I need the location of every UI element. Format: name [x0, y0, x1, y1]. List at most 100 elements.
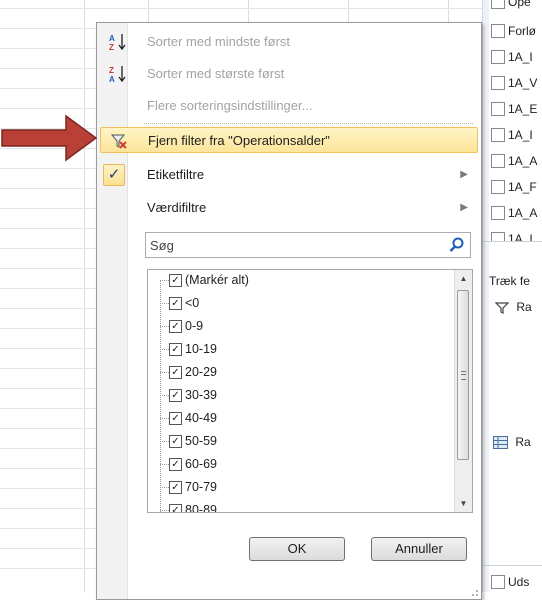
red-arrow-icon	[1, 114, 98, 162]
sort-a-to-z-icon: A Z	[109, 34, 126, 52]
item-checkbox[interactable]: ✓	[169, 389, 182, 403]
rows-icon	[493, 436, 508, 450]
search-placeholder: Søg	[150, 238, 174, 253]
field-label: 1A_I	[508, 127, 533, 142]
more-sort-options-label: Flere sorteringsindstillinger...	[147, 98, 313, 113]
list-item[interactable]: ✓ 70-79	[160, 477, 217, 498]
search-input[interactable]: Søg	[145, 232, 471, 258]
field-checkbox[interactable]	[491, 101, 505, 116]
row-labels-area: Ra	[493, 435, 531, 450]
svg-text:A: A	[109, 34, 115, 43]
list-item[interactable]: ✓ 10-19	[160, 339, 217, 360]
field-label: 1A_F	[508, 179, 537, 194]
clear-filter-item[interactable]: Fjern filter fra "Operationsalder"	[100, 127, 478, 153]
list-item[interactable]: ✓ <0	[160, 293, 199, 314]
list-item-label: 40-49	[185, 411, 217, 425]
item-checkbox[interactable]: ✓	[169, 458, 182, 472]
defer-update-label: Uds	[508, 574, 530, 589]
list-item[interactable]: ✓ 40-49	[160, 408, 217, 429]
sort-ascending-label: Sorter med mindste først	[147, 34, 291, 49]
row-labels-label: Ra	[515, 435, 531, 449]
field-checkbox-item[interactable]: 1A_A	[491, 153, 537, 171]
item-checkbox[interactable]: ✓	[169, 297, 182, 311]
item-checkbox[interactable]: ✓	[169, 412, 182, 426]
field-checkbox-item[interactable]: Forlø	[491, 23, 536, 41]
field-checkbox-item[interactable]: 1A_F	[491, 179, 537, 197]
value-filters-label: Værdifiltre	[147, 200, 207, 215]
list-item-label: <0	[185, 296, 200, 310]
item-checkbox[interactable]: ✓	[169, 320, 182, 334]
clear-filter-label: Fjern filter fra "Operationsalder"	[148, 133, 330, 148]
pivot-field-list-panel: Ope Forlø 1A_I 1A_V 1A_E 1A_I 1A_A 1A_F …	[482, 0, 542, 592]
field-checkbox[interactable]	[491, 205, 505, 220]
item-checkbox[interactable]: ✓	[169, 435, 182, 449]
defer-checkbox[interactable]	[491, 574, 505, 589]
list-scrollbar[interactable]: ▲ ▼	[454, 270, 472, 512]
ok-button[interactable]: OK	[249, 537, 345, 561]
field-label: 1A_I	[508, 49, 533, 64]
checkmark-icon: ✓	[103, 164, 125, 186]
item-checkbox[interactable]: ✓	[169, 274, 182, 288]
item-checkbox[interactable]: ✓	[169, 481, 182, 495]
field-checkbox-item[interactable]: Ope	[491, 0, 531, 12]
report-filter-label: Ra	[516, 300, 532, 314]
field-checkbox-item[interactable]: 1A_I	[491, 49, 533, 67]
item-checkbox[interactable]: ✓	[169, 504, 182, 512]
field-checkbox[interactable]	[491, 0, 505, 9]
defer-update-checkbox[interactable]: Uds	[491, 574, 529, 592]
item-checkbox[interactable]: ✓	[169, 366, 182, 380]
list-item[interactable]: ✓ 0-9	[160, 316, 203, 337]
field-checkbox-item[interactable]: 1A_V	[491, 75, 537, 93]
field-checkbox-item[interactable]: 1A_E	[491, 101, 537, 119]
field-label: 1A_V	[508, 75, 538, 90]
cancel-button[interactable]: Annuller	[371, 537, 467, 561]
list-item-label: 0-9	[185, 319, 204, 333]
value-filters-item[interactable]: Værdifiltre ▶	[100, 195, 478, 221]
field-checkbox[interactable]	[491, 179, 505, 194]
menu-separator	[144, 123, 473, 125]
list-item-label: (Markér alt)	[185, 273, 249, 287]
field-checkbox[interactable]	[491, 153, 505, 168]
list-item[interactable]: ✓ 50-59	[160, 431, 217, 452]
scroll-up-icon[interactable]: ▲	[455, 270, 472, 287]
svg-text:Z: Z	[109, 66, 114, 75]
submenu-arrow-icon: ▶	[460, 169, 468, 180]
sort-descending-item[interactable]: Z A Sorter med største først	[100, 61, 478, 87]
list-item[interactable]: ✓ 30-39	[160, 385, 217, 406]
field-checkbox[interactable]	[491, 75, 505, 90]
report-filter-area: Ra	[494, 300, 532, 314]
field-checkbox-item[interactable]: 1A_I	[491, 231, 533, 241]
item-checkbox[interactable]: ✓	[169, 343, 182, 357]
field-checkbox-item[interactable]: 1A_I	[491, 127, 533, 145]
sort-ascending-item[interactable]: A Z Sorter med mindste først	[100, 29, 478, 55]
list-item-label: 20-29	[185, 365, 217, 379]
field-checkbox[interactable]	[491, 49, 505, 64]
field-checkbox[interactable]	[491, 127, 505, 142]
drag-fields-label: Træk fe	[489, 274, 530, 288]
list-item-select-all[interactable]: ✓ (Markér alt)	[160, 270, 249, 291]
field-checkbox[interactable]	[491, 231, 505, 241]
panel-divider	[483, 241, 542, 242]
field-checkbox-item[interactable]: 1A_A	[491, 205, 537, 223]
list-item[interactable]: ✓ 80-89	[160, 500, 217, 513]
more-sort-options-item[interactable]: Flere sorteringsindstillinger...	[100, 93, 478, 119]
list-item-label: 80-89	[185, 503, 217, 513]
filter-values-list[interactable]: ✓ (Markér alt) ✓ <0 ✓ 0-9 ✓ 10-19 ✓ 20-29 ✓ 30…	[147, 269, 473, 513]
field-label: 1A_A	[508, 205, 538, 220]
panel-border-strip	[483, 0, 489, 592]
list-item[interactable]: ✓ 20-29	[160, 362, 217, 383]
label-filters-label: Etiketfiltre	[147, 167, 205, 182]
scroll-down-icon[interactable]: ▼	[455, 495, 472, 512]
field-label: 1A_A	[508, 153, 538, 168]
scrollbar-thumb[interactable]	[457, 290, 469, 460]
list-item[interactable]: ✓ 60-69	[160, 454, 217, 475]
field-checkbox[interactable]	[491, 23, 505, 38]
field-label: 1A_E	[508, 101, 538, 116]
svg-text:Z: Z	[109, 43, 114, 52]
field-label: Forlø	[508, 23, 536, 38]
filter-icon	[494, 302, 510, 314]
list-item-label: 60-69	[185, 457, 217, 471]
label-filters-item[interactable]: ✓ Etiketfiltre ▶	[100, 162, 478, 188]
resize-grip-icon[interactable]	[469, 587, 479, 597]
search-icon[interactable]	[448, 236, 466, 254]
